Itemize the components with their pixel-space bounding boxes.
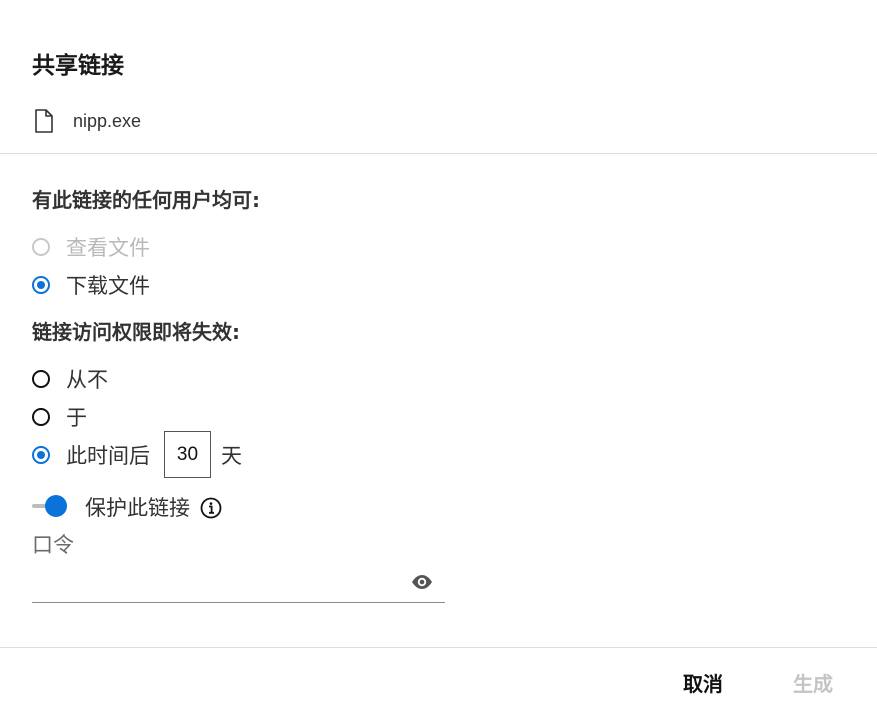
protect-link-toggle[interactable] — [32, 494, 70, 518]
radio-label: 下载文件 — [66, 274, 150, 298]
radio-expire-never[interactable]: 从不 — [32, 364, 108, 394]
expiry-heading: 链接访问权限即将失效: — [32, 320, 240, 344]
file-name: nipp.exe — [73, 110, 142, 131]
eye-icon[interactable] — [411, 574, 433, 594]
protect-link-label: 保护此链接 — [85, 496, 190, 520]
footer-divider — [0, 647, 877, 648]
share-link-dialog: 共享链接 nipp.exe 有此链接的任何用户均可: 查看文件 下载文件 链接访… — [0, 0, 877, 712]
password-label: 口令 — [32, 533, 74, 557]
radio-download-file[interactable]: 下载文件 — [32, 270, 150, 300]
radio-button[interactable] — [32, 238, 50, 256]
days-unit-label: 天 — [221, 443, 242, 468]
radio-expire-on-date[interactable]: 于 — [32, 402, 87, 432]
info-icon[interactable] — [200, 497, 222, 523]
radio-label: 于 — [66, 406, 87, 430]
radio-label: 从不 — [66, 368, 108, 392]
radio-button[interactable] — [32, 276, 50, 294]
dialog-title: 共享链接 — [32, 53, 124, 79]
radio-expire-after[interactable]: 此时间后 30 天 — [32, 431, 242, 478]
file-row: nipp.exe — [34, 109, 141, 133]
password-input[interactable] — [32, 565, 445, 603]
cancel-button[interactable]: 取消 — [683, 668, 723, 697]
file-icon — [34, 109, 54, 133]
radio-button[interactable] — [32, 445, 50, 464]
toggle-thumb[interactable] — [45, 495, 67, 517]
radio-label: 此时间后 — [66, 443, 150, 468]
radio-view-file[interactable]: 查看文件 — [32, 232, 150, 262]
days-input[interactable]: 30 — [164, 431, 211, 478]
access-heading: 有此链接的任何用户均可: — [32, 188, 260, 212]
radio-button[interactable] — [32, 370, 50, 388]
radio-label: 查看文件 — [66, 236, 150, 260]
radio-button[interactable] — [32, 408, 50, 426]
generate-button[interactable]: 生成 — [793, 668, 833, 697]
header-divider — [0, 153, 877, 154]
